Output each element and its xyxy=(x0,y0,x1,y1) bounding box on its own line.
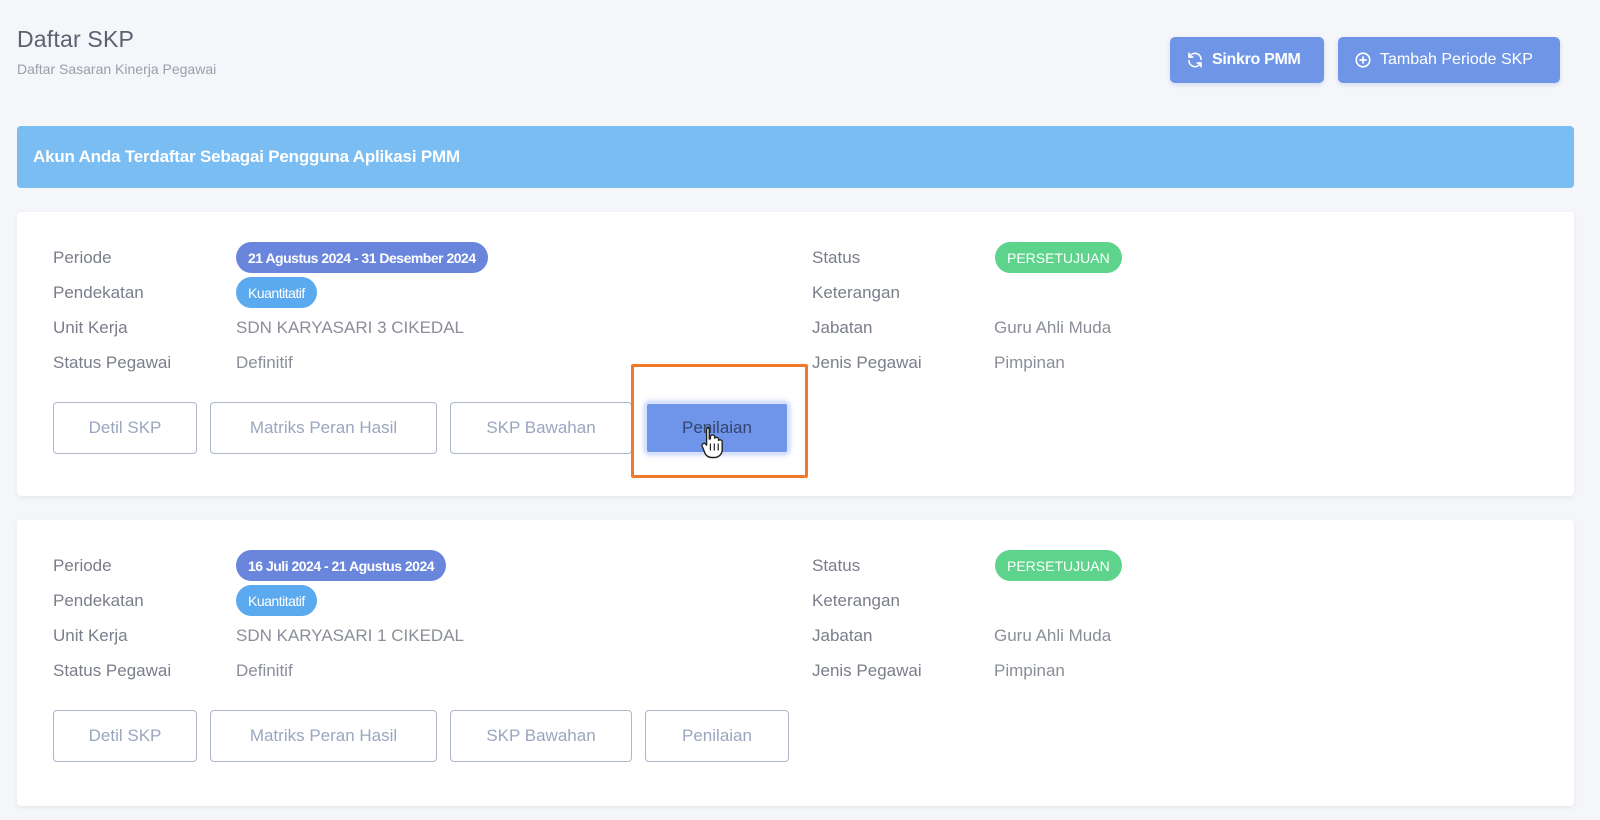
jenis-pegawai-value: Pimpinan xyxy=(994,353,1065,372)
jabatan-row: Jabatan Guru Ahli Muda xyxy=(812,312,1312,347)
add-periode-label: Tambah Periode SKP xyxy=(1380,51,1533,68)
periode-row: Periode 21 Agustus 2024 - 31 Desember 20… xyxy=(53,242,813,277)
add-periode-button[interactable]: Tambah Periode SKP xyxy=(1338,37,1560,83)
plus-circle-icon xyxy=(1355,52,1371,68)
jabatan-row: Jabatan Guru Ahli Muda xyxy=(812,620,1312,655)
hand-pointer-icon xyxy=(701,426,723,459)
jenis-pegawai-row: Jenis Pegawai Pimpinan xyxy=(812,655,1312,690)
keterangan-row: Keterangan xyxy=(812,277,1312,312)
detil-skp-button[interactable]: Detil SKP xyxy=(53,710,197,762)
status-label: Status xyxy=(812,556,861,575)
card-fields-right: Status PERSETUJUAN Keterangan Jabatan Gu… xyxy=(812,550,1312,690)
status-pegawai-value: Definitif xyxy=(236,353,293,372)
jenis-pegawai-value: Pimpinan xyxy=(994,661,1065,680)
matriks-peran-hasil-button[interactable]: Matriks Peran Hasil xyxy=(210,710,437,762)
card-actions: Detil SKP Matriks Peran Hasil SKP Bawaha… xyxy=(53,710,789,762)
status-badge: PERSETUJUAN xyxy=(995,242,1122,273)
unit-kerja-row: Unit Kerja SDN KARYASARI 1 CIKEDAL xyxy=(53,620,813,655)
jenis-pegawai-row: Jenis Pegawai Pimpinan xyxy=(812,347,1312,382)
unit-kerja-value: SDN KARYASARI 3 CIKEDAL xyxy=(236,318,465,337)
refresh-icon xyxy=(1188,52,1202,68)
detil-skp-button[interactable]: Detil SKP xyxy=(53,402,197,454)
unit-kerja-row: Unit Kerja SDN KARYASARI 3 CIKEDAL xyxy=(53,312,813,347)
periode-label: Periode xyxy=(53,556,112,575)
pmm-user-alert: Akun Anda Terdaftar Sebagai Pengguna Apl… xyxy=(17,126,1574,188)
jabatan-label: Jabatan xyxy=(812,318,873,337)
pendekatan-row: Pendekatan Kuantitatif xyxy=(53,585,813,620)
periode-badge: 16 Juli 2024 - 21 Agustus 2024 xyxy=(236,550,447,581)
card-fields-left: Periode 21 Agustus 2024 - 31 Desember 20… xyxy=(53,242,813,382)
pendekatan-label: Pendekatan xyxy=(53,283,144,302)
sync-pmm-button[interactable]: Sinkro PMM xyxy=(1170,37,1324,83)
card-fields-left: Periode 16 Juli 2024 - 21 Agustus 2024 P… xyxy=(53,550,813,690)
jabatan-value: Guru Ahli Muda xyxy=(994,626,1112,645)
periode-label: Periode xyxy=(53,248,112,267)
status-pegawai-row: Status Pegawai Definitif xyxy=(53,347,813,382)
pendekatan-label: Pendekatan xyxy=(53,591,144,610)
page-title: Daftar SKP xyxy=(17,26,135,52)
penilaian-button[interactable]: Penilaian xyxy=(645,710,789,762)
jenis-pegawai-label: Jenis Pegawai xyxy=(812,353,922,372)
status-row: Status PERSETUJUAN xyxy=(812,550,1312,585)
alert-text: Akun Anda Terdaftar Sebagai Pengguna Apl… xyxy=(33,147,460,166)
skp-page: Daftar SKP Daftar Sasaran Kinerja Pegawa… xyxy=(0,0,1600,820)
status-pegawai-row: Status Pegawai Definitif xyxy=(53,655,813,690)
pendekatan-badge: Kuantitatif xyxy=(236,585,317,616)
jabatan-label: Jabatan xyxy=(812,626,873,645)
skp-bawahan-button[interactable]: SKP Bawahan xyxy=(450,402,632,454)
status-row: Status PERSETUJUAN xyxy=(812,242,1312,277)
matriks-peran-hasil-button[interactable]: Matriks Peran Hasil xyxy=(210,402,437,454)
pendekatan-row: Pendekatan Kuantitatif xyxy=(53,277,813,312)
pendekatan-badge: Kuantitatif xyxy=(236,277,317,308)
unit-kerja-label: Unit Kerja xyxy=(53,318,128,337)
jabatan-value: Guru Ahli Muda xyxy=(994,318,1112,337)
periode-badge: 21 Agustus 2024 - 31 Desember 2024 xyxy=(236,242,488,273)
status-label: Status xyxy=(812,248,861,267)
status-pegawai-label: Status Pegawai xyxy=(53,353,172,372)
unit-kerja-label: Unit Kerja xyxy=(53,626,128,645)
page-subtitle: Daftar Sasaran Kinerja Pegawai xyxy=(17,61,217,77)
status-badge: PERSETUJUAN xyxy=(995,550,1122,581)
page-header: Daftar SKP Daftar Sasaran Kinerja Pegawa… xyxy=(17,26,216,77)
keterangan-label: Keterangan xyxy=(812,283,900,302)
jenis-pegawai-label: Jenis Pegawai xyxy=(812,661,922,680)
skp-card: Periode 16 Juli 2024 - 21 Agustus 2024 P… xyxy=(17,520,1574,806)
unit-kerja-value: SDN KARYASARI 1 CIKEDAL xyxy=(236,626,465,645)
periode-row: Periode 16 Juli 2024 - 21 Agustus 2024 xyxy=(53,550,813,585)
card-fields-right: Status PERSETUJUAN Keterangan Jabatan Gu… xyxy=(812,242,1312,382)
header-actions: Sinkro PMM Tambah Periode SKP xyxy=(1170,37,1560,83)
skp-card: Periode 21 Agustus 2024 - 31 Desember 20… xyxy=(17,212,1574,496)
keterangan-label: Keterangan xyxy=(812,591,900,610)
card-actions: Detil SKP Matriks Peran Hasil SKP Bawaha… xyxy=(53,402,789,454)
keterangan-row: Keterangan xyxy=(812,585,1312,620)
sync-pmm-label: Sinkro PMM xyxy=(1212,51,1301,68)
skp-bawahan-button[interactable]: SKP Bawahan xyxy=(450,710,632,762)
status-pegawai-label: Status Pegawai xyxy=(53,661,172,680)
status-pegawai-value: Definitif xyxy=(236,661,293,680)
